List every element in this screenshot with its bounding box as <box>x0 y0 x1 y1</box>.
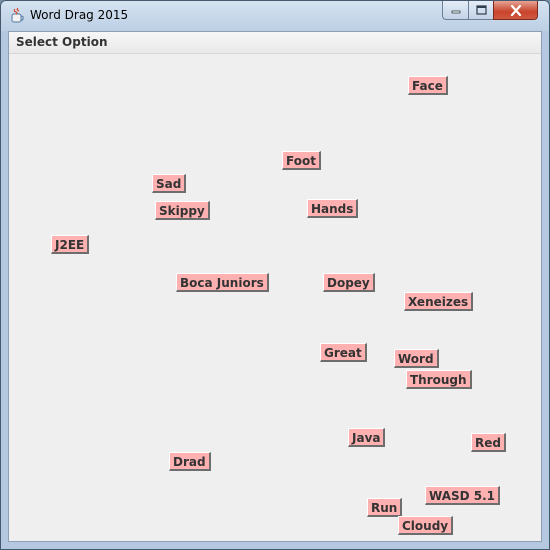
word-tile[interactable]: WASD 5.1 <box>425 486 501 505</box>
word-tile[interactable]: Skippy <box>155 201 210 220</box>
word-tile[interactable]: Great <box>320 343 367 362</box>
word-tile[interactable]: Foot <box>282 151 321 170</box>
word-tile[interactable]: Run <box>367 498 403 517</box>
java-app-icon <box>11 8 24 23</box>
close-icon <box>510 4 521 16</box>
word-tile[interactable]: Xeneizes <box>404 292 474 311</box>
word-tile[interactable]: Boca Juniors <box>176 273 269 292</box>
minimize-icon <box>451 10 460 14</box>
word-tile[interactable]: J2EE <box>51 235 90 254</box>
word-tile[interactable]: Red <box>471 433 506 452</box>
word-tile[interactable]: Drad <box>169 452 211 471</box>
word-tile[interactable]: Cloudy <box>398 516 454 535</box>
maximize-button[interactable] <box>468 1 494 20</box>
word-tile[interactable]: Face <box>408 76 448 95</box>
word-tile[interactable]: Through <box>406 370 472 389</box>
word-canvas[interactable]: Face Foot Sad Skippy Hands J2EE Boca Jun… <box>9 54 541 541</box>
client-area: Select Option Face Foot Sad Skippy Hands… <box>8 31 542 542</box>
word-tile[interactable]: Dopey <box>323 273 375 292</box>
menu-select-option[interactable]: Select Option <box>16 35 108 49</box>
word-tile[interactable]: Java <box>348 428 386 447</box>
maximize-icon <box>475 5 487 15</box>
window-title: Word Drag 2015 <box>30 8 129 22</box>
minimize-button[interactable] <box>442 1 469 20</box>
menu-bar: Select Option <box>9 32 541 54</box>
app-window: Word Drag 2015 Select Option Face Foot S… <box>0 0 550 550</box>
word-tile[interactable]: Word <box>394 349 439 368</box>
word-tile[interactable]: Hands <box>307 199 359 218</box>
title-bar[interactable]: Word Drag 2015 <box>1 1 549 31</box>
word-tile[interactable]: Sad <box>152 174 187 193</box>
close-button[interactable] <box>493 1 538 20</box>
